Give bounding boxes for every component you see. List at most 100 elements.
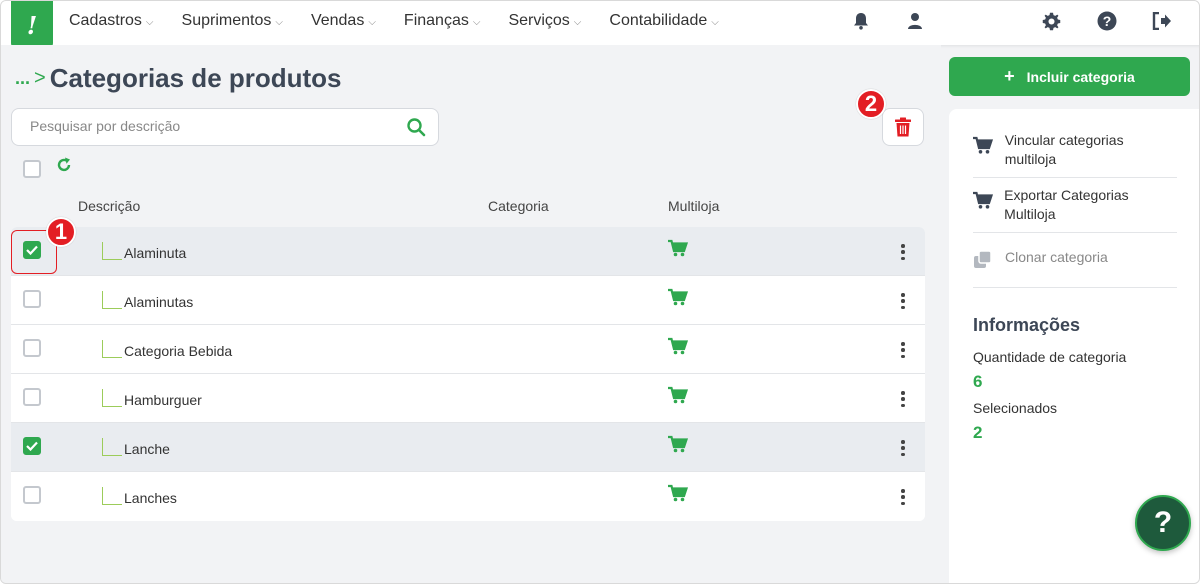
logout-icon[interactable] [1152,11,1172,31]
action-clonar-categoria[interactable]: Clonar categoria [973,248,1177,275]
categories-table: Alaminuta Alaminutas Categoria Bebida Hambu… [11,227,925,521]
action-label: Clonar categoria [1005,249,1108,265]
table-row[interactable]: Lanche [11,423,925,472]
tree-connector [102,242,122,260]
search-icon[interactable] [406,117,426,142]
help-circle-icon[interactable]: ? [1097,11,1117,31]
trash-icon [895,117,911,137]
search-box [11,108,439,146]
menu-label: Finanças [403,12,469,29]
main-content: ... > Categorias de produtos Descrição C… [1,45,941,583]
chevron-down-icon: ⌵ [145,17,154,28]
chevron-right-icon: > [34,67,46,89]
multiloja-cart-icon [668,239,689,262]
add-category-label: Incluir categoria [1026,68,1135,85]
multiloja-cart-icon [668,386,689,409]
selected-label: Selecionados [973,400,1058,416]
row-checkbox[interactable] [23,437,41,455]
action-exportar-multiloja[interactable]: Exportar Categorias Multiloja [973,186,1177,224]
user-icon[interactable] [905,11,925,31]
row-menu-icon[interactable] [897,389,909,409]
divider [973,177,1177,178]
checkbox[interactable] [23,160,41,178]
action-label: Exportar Categorias Multiloja [1004,187,1129,222]
delete-button[interactable] [882,108,924,146]
cart-icon [973,135,995,160]
menu-servicos[interactable]: Serviços ⌵ [508,12,581,30]
top-navbar: ! Cadastros ⌵ Suprimentos ⌵ Vendas ⌵ Finanç… [1,1,1199,49]
quantity-label: Quantidade de categoria [973,349,1127,365]
row-checkbox[interactable] [23,339,41,357]
row-menu-icon[interactable] [897,242,909,262]
callout-badge-2: 2 [856,89,886,119]
help-fab-button[interactable]: ? [1135,495,1191,551]
chevron-down-icon: ⌵ [573,17,582,28]
menu-label: Serviços [508,12,570,29]
action-vincular-multiloja[interactable]: Vincular categorias multiloja [973,131,1177,169]
chevron-down-icon: ⌵ [711,17,719,28]
row-menu-icon[interactable] [897,438,909,458]
column-header-categoria[interactable]: Categoria [488,198,549,214]
menu-label: Suprimentos [181,12,272,29]
selected-value: 2 [973,423,983,442]
select-all-checkbox[interactable] [23,160,41,183]
category-name: Lanche [124,441,170,457]
tree-connector [102,487,122,505]
table-row[interactable]: Alaminuta [11,227,925,276]
gear-icon[interactable] [1041,11,1061,31]
menu-contabilidade[interactable]: Contabilidade ⌵ [609,12,718,30]
table-row[interactable]: Alaminutas [11,276,925,325]
main-menu: Cadastros ⌵ Suprimentos ⌵ Vendas ⌵ Finanças… [69,1,747,41]
row-menu-icon[interactable] [897,487,909,507]
category-name: Lanches [124,490,177,506]
action-label: Vincular categorias multiloja [1004,132,1124,167]
multiloja-cart-icon [668,288,689,311]
menu-label: Contabilidade [609,12,708,29]
chevron-down-icon: ⌵ [368,17,376,28]
app-logo[interactable]: ! [11,1,53,49]
table-row[interactable]: Lanches [11,472,925,521]
category-name: Hamburguer [124,392,202,408]
page-title: Categorias de produtos [49,63,342,93]
tree-connector [102,438,122,456]
chevron-down-icon: ⌵ [275,17,283,28]
tree-connector [102,389,122,407]
callout-badge-1: 1 [46,217,76,247]
refresh-icon[interactable] [56,157,72,178]
logo-mark: ! [26,10,38,40]
menu-label: Vendas [310,12,365,29]
bell-icon[interactable] [851,11,871,31]
menu-label: Cadastros [69,12,142,29]
row-checkbox[interactable] [23,486,41,504]
search-input[interactable] [30,118,390,134]
category-name: Categoria Bebida [124,343,233,359]
tree-connector [102,340,122,358]
column-header-multiloja[interactable]: Multiloja [668,198,719,214]
svg-text:?: ? [1103,13,1112,29]
menu-cadastros[interactable]: Cadastros ⌵ [69,12,154,30]
info-title: Informações [973,315,1081,335]
breadcrumb: ... > Categorias de produtos [15,63,342,94]
clone-icon [973,250,995,275]
row-checkbox[interactable] [23,388,41,406]
tree-connector [102,291,122,309]
row-checkbox[interactable] [23,290,41,308]
app-window: ! Cadastros ⌵ Suprimentos ⌵ Vendas ⌵ Finanç… [0,0,1200,584]
table-row[interactable]: Hamburguer [11,374,925,423]
row-menu-icon[interactable] [897,340,909,360]
add-category-button[interactable]: + Incluir categoria [949,57,1190,96]
menu-financas[interactable]: Finanças ⌵ [404,12,481,30]
cart-icon [973,190,994,215]
menu-suprimentos[interactable]: Suprimentos ⌵ [182,12,283,30]
row-menu-icon[interactable] [897,291,909,311]
plus-icon: + [1004,66,1015,86]
category-name: Alaminutas [124,294,194,310]
quantity-value: 6 [973,372,983,391]
column-header-descricao[interactable]: Descrição [78,198,140,214]
breadcrumb-ellipsis[interactable]: ... [15,68,30,89]
menu-vendas[interactable]: Vendas ⌵ [311,12,376,30]
table-row[interactable]: Categoria Bebida [11,325,925,374]
chevron-down-icon: ⌵ [472,17,481,28]
multiloja-cart-icon [668,337,689,360]
multiloja-cart-icon [668,484,689,507]
